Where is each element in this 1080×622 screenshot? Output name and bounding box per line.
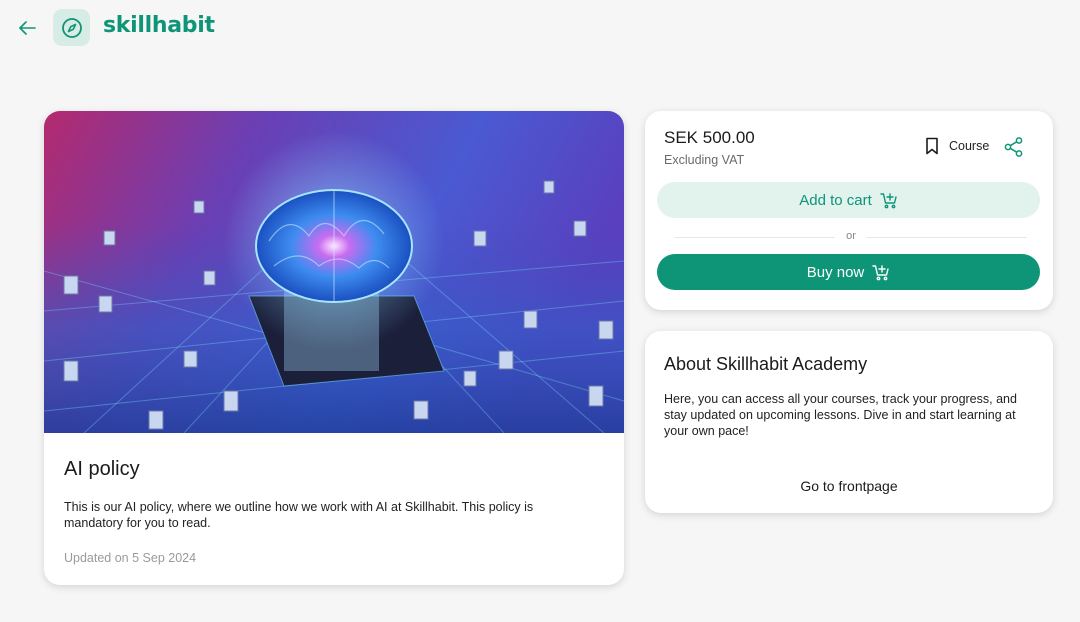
vat-note: Excluding VAT: [664, 153, 745, 167]
course-description: This is our AI policy, where we outline …: [64, 500, 534, 530]
course-title: AI policy: [64, 458, 140, 480]
buy-now-label: Buy now: [806, 263, 865, 281]
brand-name[interactable]: skillhabit: [103, 13, 215, 38]
buy-now-button[interactable]: Buy now: [657, 254, 1040, 290]
cart-plus-icon: [872, 264, 889, 280]
go-to-frontpage-link[interactable]: Go to frontpage: [645, 478, 1053, 494]
about-title: About Skillhabit Academy: [664, 354, 868, 374]
or-divider: or: [675, 229, 1027, 245]
purchase-card: SEK 500.00 Excluding VAT Course Add to c…: [645, 111, 1053, 310]
add-to-cart-label: Add to cart: [799, 191, 872, 209]
or-label: or: [846, 230, 856, 242]
compass-icon: [61, 17, 82, 38]
course-hero-image: [44, 111, 624, 433]
price: SEK 500.00: [664, 128, 755, 147]
logo-badge[interactable]: [53, 9, 90, 46]
course-updated-date: Updated on 5 Sep 2024: [64, 551, 197, 565]
content-type-label: Course: [949, 139, 990, 153]
about-text: Here, you can access all your courses, t…: [664, 392, 1017, 438]
share-icon[interactable]: [1003, 136, 1025, 158]
cart-plus-icon: [880, 192, 897, 208]
top-bar: skillhabit: [0, 8, 1080, 48]
add-to-cart-button[interactable]: Add to cart: [657, 182, 1040, 218]
back-arrow-icon[interactable]: [14, 16, 40, 40]
bookmark-icon[interactable]: [924, 137, 940, 155]
course-card[interactable]: AI policy This is our AI policy, where w…: [44, 111, 624, 585]
about-card: About Skillhabit Academy Here, you can a…: [645, 331, 1053, 513]
